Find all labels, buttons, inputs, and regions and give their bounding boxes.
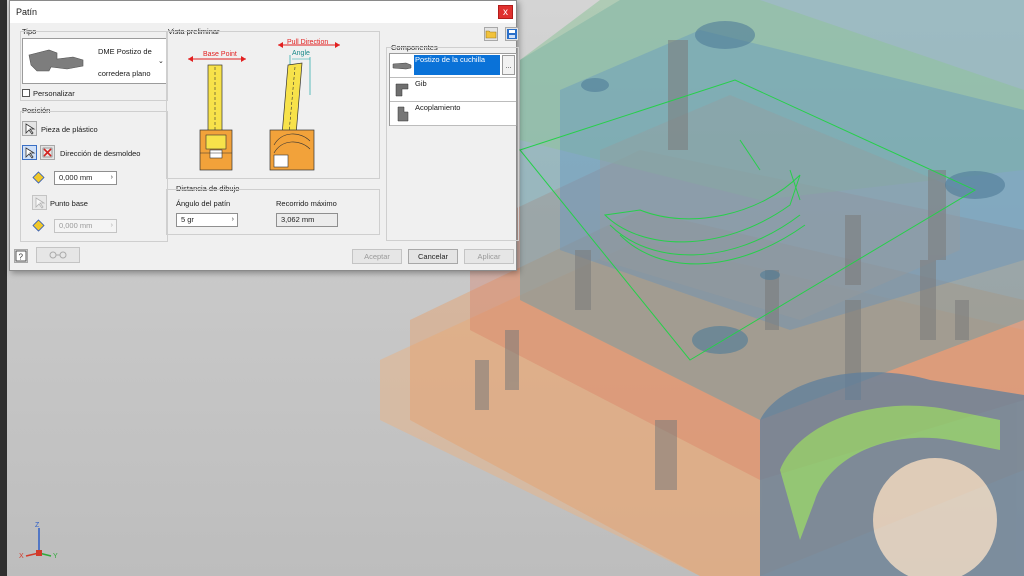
axis-x-label: X	[19, 553, 24, 560]
max-travel-label: Recorrido máximo	[276, 199, 337, 208]
ok-button[interactable]: Aceptar	[352, 249, 402, 264]
component-item-blade-insert[interactable]: Postizo de la cuchilla ...	[390, 54, 516, 78]
base-offset-input[interactable]: 0,000 mm ›	[54, 219, 117, 233]
folder-icon	[485, 30, 497, 39]
blade-insert-icon	[392, 62, 412, 70]
dialog-title: Patín	[16, 7, 38, 17]
axis-y-label: Y	[53, 553, 58, 560]
max-travel-value: 3,062 mm	[281, 215, 315, 224]
dialog-titlebar[interactable]: Patín x	[10, 1, 516, 23]
type-selector[interactable]: DME Postizo de corredera plano ⌄	[22, 38, 167, 84]
dropdown-chevron-icon[interactable]: ⌄	[158, 57, 164, 65]
coupling-icon	[397, 106, 409, 122]
glasses-icon	[49, 251, 67, 259]
offset-value: 0,000 mm	[59, 173, 93, 182]
plastic-part-label: Pieza de plástico	[41, 125, 98, 134]
save-button[interactable]	[505, 27, 519, 41]
axis-z-label: Z	[35, 522, 40, 529]
component-more-button[interactable]: ...	[502, 55, 515, 75]
slider-type-icon	[28, 49, 84, 72]
base-point-annotation: Base Point	[203, 51, 237, 58]
gear-part	[760, 372, 1024, 576]
component-item-coupling[interactable]: Acoplamiento	[390, 102, 516, 126]
preview-toggle-button[interactable]	[36, 247, 80, 263]
customize-label: Personalizar	[33, 89, 75, 98]
select-base-point-button[interactable]	[32, 195, 47, 210]
component-item-gib[interactable]: Gib	[390, 78, 516, 102]
base-offset-value: 0,000 mm	[59, 221, 93, 230]
close-button[interactable]: x	[498, 5, 513, 19]
gib-icon	[395, 83, 409, 97]
chevron-right-icon[interactable]: ›	[232, 214, 234, 226]
apply-button[interactable]: Aplicar	[464, 249, 514, 264]
slider-angle-input[interactable]: 5 gr ›	[176, 213, 238, 227]
slider-preview-diagram: Base Point Pull Direction Angle	[170, 35, 376, 175]
max-travel-field: 3,062 mm	[276, 213, 338, 227]
cursor-arrow-icon	[25, 147, 36, 159]
slider-angle-label: Ángulo del patín	[176, 199, 231, 208]
flip-direction-button[interactable]	[40, 145, 55, 160]
angle-annotation: Angle	[292, 50, 310, 57]
svg-text:?: ?	[19, 253, 24, 262]
select-plastic-part-button[interactable]	[22, 121, 37, 136]
type-selected-line2: corredera plano	[98, 69, 151, 78]
offset-dimension-icon	[32, 171, 45, 184]
cancel-button[interactable]: Cancelar	[408, 249, 458, 264]
chevron-right-icon[interactable]: ›	[111, 172, 113, 184]
slider-angle-value: 5 gr	[181, 215, 194, 224]
type-selected-line1: DME Postizo de	[98, 47, 152, 56]
customize-checkbox[interactable]	[22, 89, 30, 97]
flip-direction-icon	[42, 147, 53, 158]
cursor-arrow-icon	[35, 197, 46, 209]
save-icon	[507, 29, 517, 39]
offset-input[interactable]: 0,000 mm ›	[54, 171, 117, 185]
open-folder-button[interactable]	[484, 27, 498, 41]
drawing-distance-group	[166, 189, 380, 235]
select-demold-direction-button[interactable]	[22, 145, 37, 160]
pull-direction-annotation: Pull Direction	[287, 39, 329, 46]
help-icon: ?	[15, 250, 27, 262]
axis-triad-icon	[25, 528, 52, 557]
demold-direction-label: Dirección de desmoldeo	[60, 149, 141, 158]
base-point-label: Punto base	[50, 199, 88, 208]
chevron-right-icon[interactable]: ›	[111, 220, 113, 232]
component-label: Postizo de la cuchilla	[414, 55, 500, 75]
slider-preview-drawing	[188, 42, 340, 171]
components-list[interactable]: Postizo de la cuchilla ... Gib Acoplamie…	[389, 53, 517, 126]
cursor-arrow-icon	[25, 123, 36, 135]
base-offset-dimension-icon	[32, 219, 45, 232]
help-button[interactable]: ?	[14, 249, 28, 263]
axis-triad: Z X Y	[18, 520, 68, 567]
component-label: Acoplamiento	[415, 103, 461, 112]
component-label: Gib	[415, 79, 427, 88]
slider-dialog: Patín x Tipo DME Postizo de corredera pl…	[9, 0, 519, 271]
